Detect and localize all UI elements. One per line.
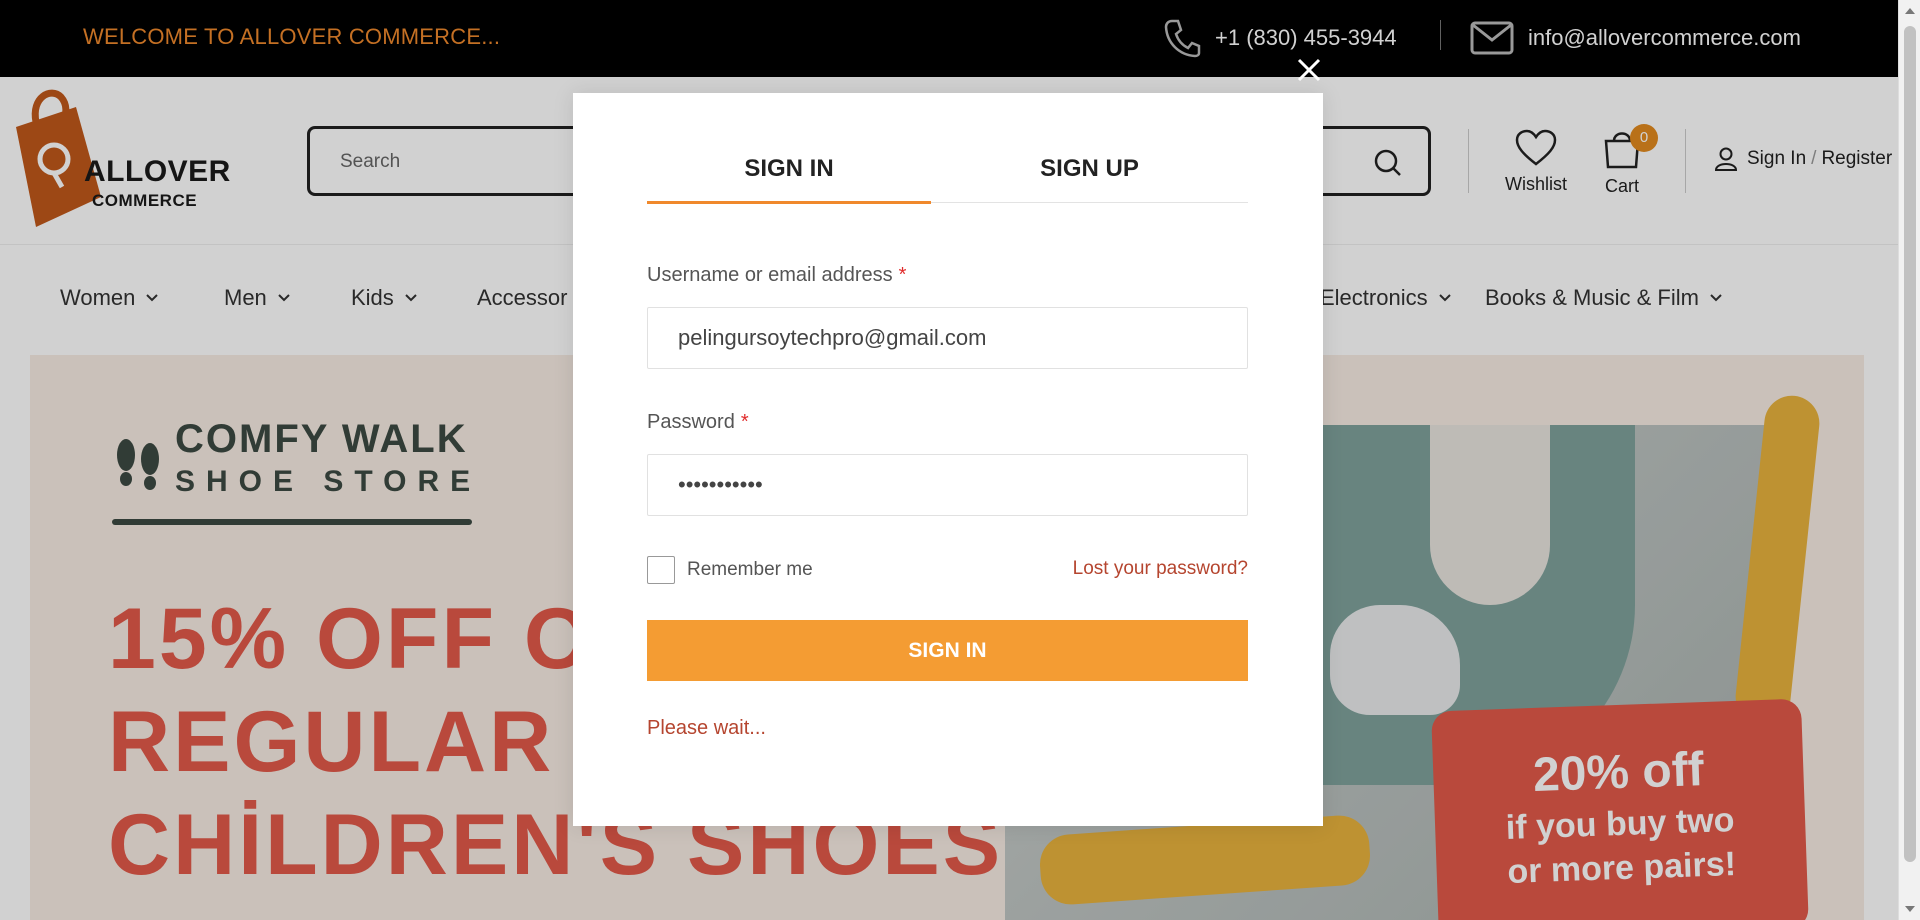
page-scrollbar[interactable]	[1898, 0, 1920, 920]
login-modal: SIGN IN SIGN UP Username or email addres…	[573, 93, 1323, 826]
remember-me-checkbox[interactable]	[647, 556, 675, 584]
status-message: Please wait...	[647, 717, 766, 739]
username-label: Username or email address *	[647, 264, 906, 287]
tab-sign-up[interactable]: SIGN UP	[931, 145, 1248, 203]
scroll-up-arrow-icon[interactable]	[1905, 8, 1915, 14]
required-mark: *	[898, 264, 907, 286]
password-label-text: Password	[647, 411, 735, 433]
close-icon[interactable]	[1295, 56, 1323, 84]
password-input[interactable]	[678, 469, 1218, 501]
password-field	[647, 454, 1248, 516]
tab-sign-in[interactable]: SIGN IN	[647, 145, 931, 204]
password-label: Password *	[647, 411, 749, 434]
username-input[interactable]	[678, 322, 1218, 354]
lost-password-link[interactable]: Lost your password?	[1073, 558, 1248, 580]
username-field	[647, 307, 1248, 369]
scrollbar-thumb[interactable]	[1904, 26, 1916, 862]
scroll-down-arrow-icon[interactable]	[1905, 906, 1915, 912]
username-label-text: Username or email address	[647, 264, 893, 286]
sign-in-button[interactable]: SIGN IN	[647, 620, 1248, 681]
auth-tabs: SIGN IN SIGN UP	[647, 145, 1248, 204]
remember-me[interactable]: Remember me	[647, 556, 813, 584]
required-mark: *	[740, 411, 749, 433]
remember-me-label: Remember me	[687, 559, 813, 580]
